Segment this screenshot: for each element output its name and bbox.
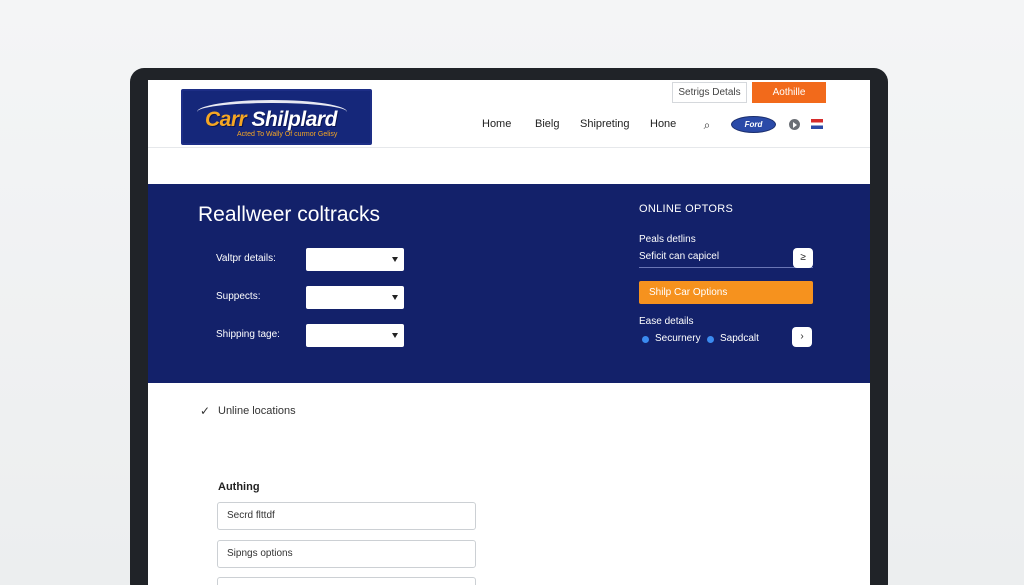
options-title: ONLINE OPTORS: [639, 203, 734, 215]
logo-tagline: Acted To Wally Of curmor Gelisy: [237, 131, 338, 138]
radio-dot-icon: [707, 336, 714, 343]
shipping-tage-select[interactable]: [306, 324, 404, 347]
online-locations-label: Unline locations: [218, 405, 296, 417]
radio-dot-icon: [642, 336, 649, 343]
divider: [639, 267, 813, 268]
site-header: Carr Shilplard Acted To Wally Of curmor …: [148, 80, 870, 148]
nav-home[interactable]: Home: [482, 118, 511, 130]
ease-next-button[interactable]: ›: [792, 327, 812, 347]
nav-home-2[interactable]: Hone: [650, 118, 676, 130]
search-icon[interactable]: ⌕: [700, 118, 714, 132]
logo-title: Carr Shilplard: [205, 108, 337, 131]
vehicle-details-select[interactable]: [306, 248, 404, 271]
flag-icon[interactable]: [811, 119, 823, 129]
search-field[interactable]: Secrd flttdf: [217, 502, 476, 530]
nav-blog[interactable]: Bielg: [535, 118, 559, 130]
suppects-label: Suppects:: [216, 291, 261, 302]
third-field[interactable]: [217, 577, 476, 585]
screen: Carr Shilplard Acted To Wally Of curmor …: [148, 80, 870, 585]
vehicle-details-label: Valtpr details:: [216, 253, 276, 264]
ford-badge[interactable]: Ford: [731, 116, 776, 133]
hero-panel: Reallweer coltracks Valtpr details: Supp…: [148, 184, 870, 383]
ease-details-label: Ease details: [639, 316, 694, 327]
shipping-tage-label: Shipping tage:: [216, 329, 280, 340]
logo[interactable]: Carr Shilplard Acted To Wally Of curmor …: [181, 89, 372, 145]
hero-title: Reallweer coltracks: [198, 203, 381, 226]
activate-button[interactable]: Aothille: [752, 82, 826, 103]
nav-shipping[interactable]: Shipreting: [580, 118, 630, 130]
check-icon: ✓: [200, 404, 211, 418]
suppects-select[interactable]: [306, 286, 404, 309]
ship-car-options-button[interactable]: Shilp Car Options: [639, 281, 813, 304]
peals-label: Peals detlins: [639, 234, 696, 245]
select-label: Seficit can capicel: [639, 251, 720, 262]
play-icon[interactable]: [789, 119, 800, 130]
settings-details-button[interactable]: Setrigs Detals: [672, 82, 747, 103]
section-label: Authing: [218, 481, 260, 493]
shipping-options-field[interactable]: Sipngs options: [217, 540, 476, 568]
select-chevron-button[interactable]: ≥: [793, 248, 813, 268]
